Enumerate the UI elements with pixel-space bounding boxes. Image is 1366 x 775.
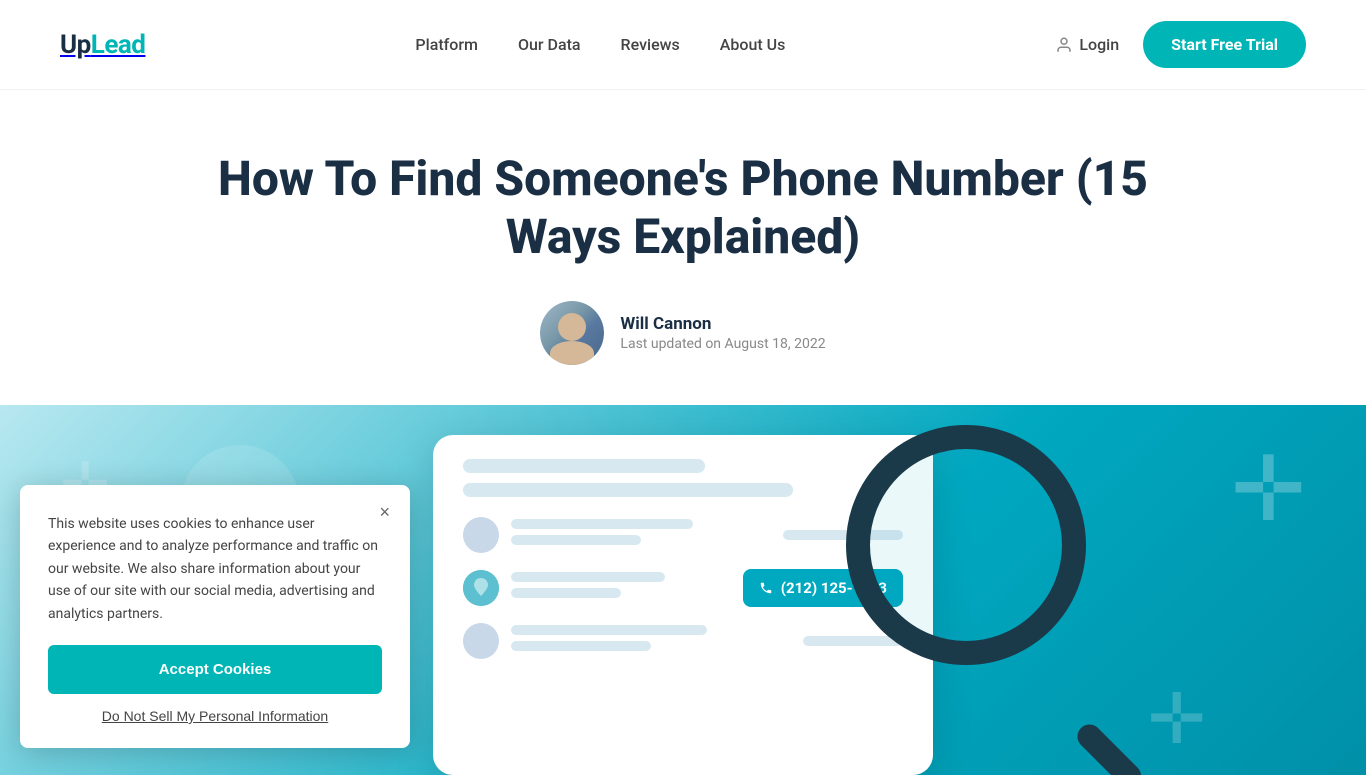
magnifier-handle (1073, 720, 1147, 775)
logo-lead: Lead (91, 30, 146, 60)
avatar-image (540, 301, 604, 365)
cookie-close-button[interactable]: × (375, 499, 394, 525)
article-title: How To Find Someone's Phone Number (15 W… (200, 150, 1166, 265)
start-trial-button[interactable]: Start Free Trial (1143, 21, 1306, 68)
site-header: UpLead Platform Our Data Reviews About U… (0, 0, 1366, 90)
login-label: Login (1079, 35, 1119, 54)
contact-avatar-1 (463, 517, 499, 553)
contact-row-3 (463, 623, 903, 659)
author-name: Will Cannon (620, 314, 825, 334)
header-actions: Login Start Free Trial (1055, 21, 1306, 68)
author-date: Last updated on August 18, 2022 (620, 336, 825, 352)
magnifier-circle (846, 425, 1086, 665)
article-header: How To Find Someone's Phone Number (15 W… (0, 90, 1366, 405)
contact-row-1 (463, 517, 903, 553)
author-info: Will Cannon Last updated on August 18, 2… (200, 301, 1166, 365)
bg-cross-1: ✛ (1231, 445, 1306, 535)
contact-line-2b (511, 588, 621, 598)
contact-line-3a (511, 625, 707, 635)
main-nav: Platform Our Data Reviews About Us (415, 35, 785, 54)
phone-icon (759, 581, 773, 595)
login-link[interactable]: Login (1055, 35, 1119, 54)
contact-line-1b (511, 535, 641, 545)
contact-avatar-2 (463, 570, 499, 606)
nav-platform[interactable]: Platform (415, 35, 478, 54)
contact-line-2a (511, 572, 665, 582)
contact-line-1a (511, 519, 693, 529)
contact-lines-1 (511, 519, 771, 551)
contact-avatar-3 (463, 623, 499, 659)
mockup-line-1 (463, 459, 705, 473)
contact-line-3b (511, 641, 651, 651)
no-sell-button[interactable]: Do Not Sell My Personal Information (48, 708, 382, 724)
magnifier-overlay (846, 425, 1166, 745)
cookie-banner: × This website uses cookies to enhance u… (20, 485, 410, 748)
contact-row-2: (212) 125-1453 (463, 569, 903, 607)
nav-about-us[interactable]: About Us (720, 35, 786, 54)
logo[interactable]: UpLead (60, 30, 145, 60)
contact-lines-2 (511, 572, 731, 604)
contact-lines-3 (511, 625, 791, 657)
logo-up: Up (60, 30, 91, 60)
cookie-message: This website uses cookies to enhance use… (48, 513, 382, 625)
accept-cookies-button[interactable]: Accept Cookies (48, 645, 382, 694)
nav-reviews[interactable]: Reviews (621, 35, 680, 54)
user-icon (1055, 36, 1073, 54)
avatar (540, 301, 604, 365)
author-text: Will Cannon Last updated on August 18, 2… (620, 314, 825, 352)
nav-our-data[interactable]: Our Data (518, 35, 581, 54)
mockup-line-2 (463, 483, 793, 497)
